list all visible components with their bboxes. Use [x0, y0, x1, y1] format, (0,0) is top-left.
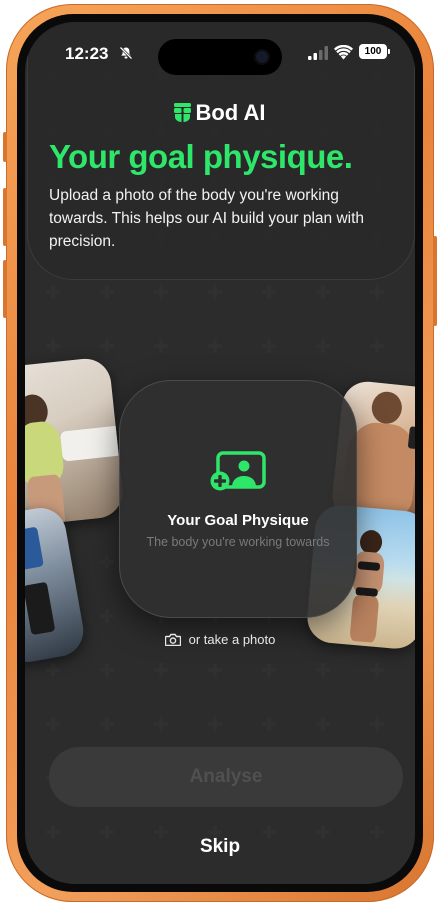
front-camera — [254, 49, 270, 65]
volume-down-button — [3, 260, 7, 318]
battery-tip — [388, 49, 390, 54]
background-plus — [316, 285, 330, 299]
background-plus — [46, 825, 60, 839]
background-plus — [154, 663, 168, 677]
background-plus — [208, 339, 222, 353]
background-plus — [46, 339, 60, 353]
bod-logo-icon — [174, 103, 192, 122]
background-plus — [370, 717, 384, 731]
bell-slash-icon — [119, 46, 133, 60]
camera-icon — [164, 633, 181, 646]
background-plus — [100, 663, 114, 677]
background-plus — [100, 717, 114, 731]
background-plus — [100, 555, 114, 569]
background-plus — [46, 663, 60, 677]
example-photo-1 — [25, 356, 126, 528]
background-plus — [154, 717, 168, 731]
background-plus — [46, 717, 60, 731]
background-plus — [46, 285, 60, 299]
status-time: 12:23 — [65, 44, 109, 63]
skip-button[interactable]: Skip — [175, 830, 265, 864]
status-bar: 12:23 100 — [25, 22, 415, 82]
background-plus — [154, 339, 168, 353]
background-plus — [370, 825, 384, 839]
phone-frame: 12:23 100 Bod AI Your goal physique. Upl… — [3, 4, 437, 902]
brand: Bod AI — [25, 100, 415, 126]
page-subtitle: Upload a photo of the body you're workin… — [49, 187, 365, 250]
background-plus — [370, 285, 384, 299]
background-plus — [370, 339, 384, 353]
upload-card-subtitle: The body you're working towards — [146, 535, 330, 549]
add-photo-icon — [210, 451, 266, 491]
dynamic-island — [158, 39, 282, 75]
background-plus — [208, 663, 222, 677]
background-plus — [100, 339, 114, 353]
background-plus — [100, 285, 114, 299]
screen: 12:23 100 Bod AI Your goal physique. Upl… — [25, 22, 415, 884]
background-plus — [316, 339, 330, 353]
background-plus — [208, 717, 222, 731]
background-plus — [370, 663, 384, 677]
power-button — [433, 236, 437, 326]
volume-up-button — [3, 188, 7, 246]
take-photo-label: or take a photo — [188, 632, 276, 647]
background-plus — [100, 609, 114, 623]
background-plus — [262, 663, 276, 677]
take-photo-link[interactable]: or take a photo — [25, 632, 415, 647]
background-plus — [208, 285, 222, 299]
upload-card-title: Your Goal Physique — [167, 512, 309, 529]
background-plus — [316, 825, 330, 839]
analyse-button[interactable]: Analyse — [49, 747, 403, 807]
battery-icon: 100 — [359, 44, 387, 59]
signal-icon — [308, 46, 328, 60]
wifi-icon — [334, 45, 353, 60]
background-plus — [262, 339, 276, 353]
background-plus — [262, 717, 276, 731]
background-plus — [316, 717, 330, 731]
background-plus — [262, 285, 276, 299]
action-button — [3, 132, 7, 162]
brand-name: Bod AI — [195, 100, 266, 125]
phone-bezel: 12:23 100 Bod AI Your goal physique. Upl… — [17, 14, 423, 892]
background-plus — [154, 285, 168, 299]
page-title: Your goal physique. — [49, 138, 353, 175]
background-plus — [100, 825, 114, 839]
background-plus — [154, 825, 168, 839]
goal-photo-upload-card[interactable]: Your Goal Physique The body you're worki… — [119, 380, 357, 618]
background-plus — [316, 663, 330, 677]
